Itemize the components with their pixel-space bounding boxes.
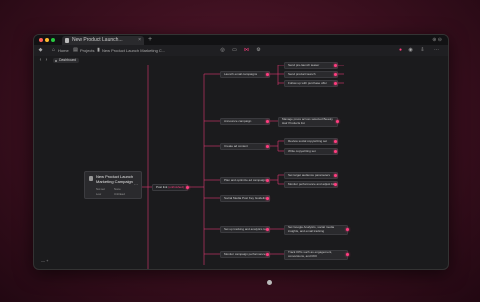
connector-dot[interactable] — [334, 173, 337, 177]
home-link[interactable]: Home — [58, 48, 69, 53]
projects-link[interactable]: Projects — [80, 48, 94, 53]
tab-document[interactable]: New Product Launch... × — [62, 36, 144, 45]
connector-dot[interactable] — [336, 119, 339, 123]
comment-icon[interactable]: ▭ — [232, 48, 237, 53]
connector-dot[interactable] — [334, 182, 337, 186]
connector-dot[interactable] — [334, 139, 337, 143]
leaf-node[interactable]: Monitor performance and adjust bids — [284, 181, 338, 188]
root-meta-link: Unlinked — [114, 192, 125, 196]
branch-node[interactable]: Monitor campaign performance — [220, 251, 270, 258]
branch-node[interactable]: Social Media Post Key Guidelines — [220, 195, 270, 202]
document-title[interactable]: New Product Launch Marketing C... — [102, 48, 165, 53]
connector-dot[interactable] — [334, 63, 337, 67]
leaf-node[interactable]: Manage press across selected Beauty Hair… — [278, 117, 338, 127]
connector-dot[interactable] — [186, 185, 189, 189]
settings-icon[interactable]: ⚙ — [256, 48, 261, 53]
branch-node[interactable]: Announce campaign — [220, 118, 270, 125]
connector-dot[interactable] — [266, 72, 269, 76]
tab-bar: New Product Launch... × + ⊕ ⊖ — [34, 35, 448, 45]
more-icon[interactable]: ⋯ — [434, 48, 439, 53]
connector-dot[interactable] — [266, 227, 269, 231]
leaf-node[interactable]: Set Google Analytics, social media insig… — [284, 225, 348, 235]
branch-node[interactable]: Create ad content — [220, 143, 270, 150]
close-window-button[interactable] — [39, 38, 43, 42]
zoom-controls[interactable]: — + — [41, 258, 48, 263]
breadcrumb-dashboard[interactable]: Dashboard — [53, 58, 80, 63]
maximize-window-button[interactable] — [51, 38, 55, 42]
forward-icon[interactable]: › — [44, 58, 49, 63]
leaf-node[interactable]: Set target audience parameters — [284, 172, 338, 179]
root-meta-priority: None — [114, 187, 121, 191]
leaf-node[interactable]: Follow up with purchase offer — [284, 80, 338, 87]
connector-dot[interactable] — [266, 252, 269, 256]
post-link-status: (unfinished) — [168, 185, 184, 189]
connector-lines — [140, 65, 344, 269]
connector-dot[interactable] — [266, 119, 269, 123]
document-icon — [65, 38, 69, 43]
new-tab-button[interactable]: + — [148, 36, 152, 44]
dock-indicator — [267, 280, 272, 285]
download-icon[interactable]: ⇩ — [420, 48, 425, 53]
connector-dot[interactable] — [334, 72, 337, 76]
home-icon[interactable]: ⌂ — [51, 48, 56, 53]
leaf-node[interactable]: Send pre-launch teaser — [284, 62, 338, 69]
root-meta-status: Not set — [96, 187, 105, 191]
connector-dot[interactable] — [266, 144, 269, 148]
connector-dot[interactable] — [266, 178, 269, 182]
connector-dot[interactable] — [266, 196, 269, 200]
root-meta-level: Low — [96, 192, 102, 196]
projects-icon[interactable]: ▤ — [73, 48, 78, 53]
share-icon[interactable]: ⋈ — [244, 48, 249, 53]
connector-dot[interactable] — [346, 252, 349, 256]
leaf-node[interactable]: Track KPIs such as engagement, conversio… — [284, 250, 348, 260]
more-options-icon[interactable]: ⋯ — [134, 182, 138, 187]
leaf-node[interactable]: Review social copywriting set — [284, 138, 338, 145]
window-controls[interactable]: ⊕ ⊖ — [432, 37, 442, 43]
back-icon[interactable]: ‹ — [38, 58, 43, 63]
connector-dot[interactable] — [346, 227, 349, 231]
branch-node[interactable]: Plan and optimize ad campaigns — [220, 177, 270, 184]
post-link-label: Post link — [156, 185, 168, 189]
user-icon[interactable]: ◉ — [408, 48, 413, 53]
target-icon[interactable]: ◎ — [220, 48, 225, 53]
branch-node[interactable]: Launch email campaigns — [220, 71, 270, 78]
close-tab-icon[interactable]: × — [138, 36, 141, 45]
connector-dot[interactable] — [334, 149, 337, 153]
minimize-window-button[interactable] — [45, 38, 49, 42]
record-icon[interactable]: ● — [398, 48, 403, 53]
post-link-node[interactable]: Post link (unfinished) — [152, 184, 188, 191]
connector-dot[interactable] — [334, 81, 337, 85]
document-icon — [89, 176, 93, 181]
leaf-node[interactable]: Write copywriting set — [284, 148, 338, 155]
mindmap-canvas[interactable]: New Product Launch Marketing Campaign No… — [34, 62, 448, 269]
branch-node[interactable]: Set up tracking and analytics tools — [220, 226, 270, 233]
logo-icon[interactable]: ◆ — [38, 48, 43, 53]
navigation-bar: ‹ › Dashboard — [34, 56, 448, 65]
tab-title: New Product Launch... — [72, 37, 123, 43]
document-icon: ▮ — [97, 47, 100, 53]
app-window: New Product Launch... × + ⊕ ⊖ ◆ ⌂ Home ▤… — [33, 34, 449, 270]
leaf-node[interactable]: Send product launch — [284, 71, 338, 78]
root-title: New Product Launch Marketing Campaign — [96, 174, 134, 184]
